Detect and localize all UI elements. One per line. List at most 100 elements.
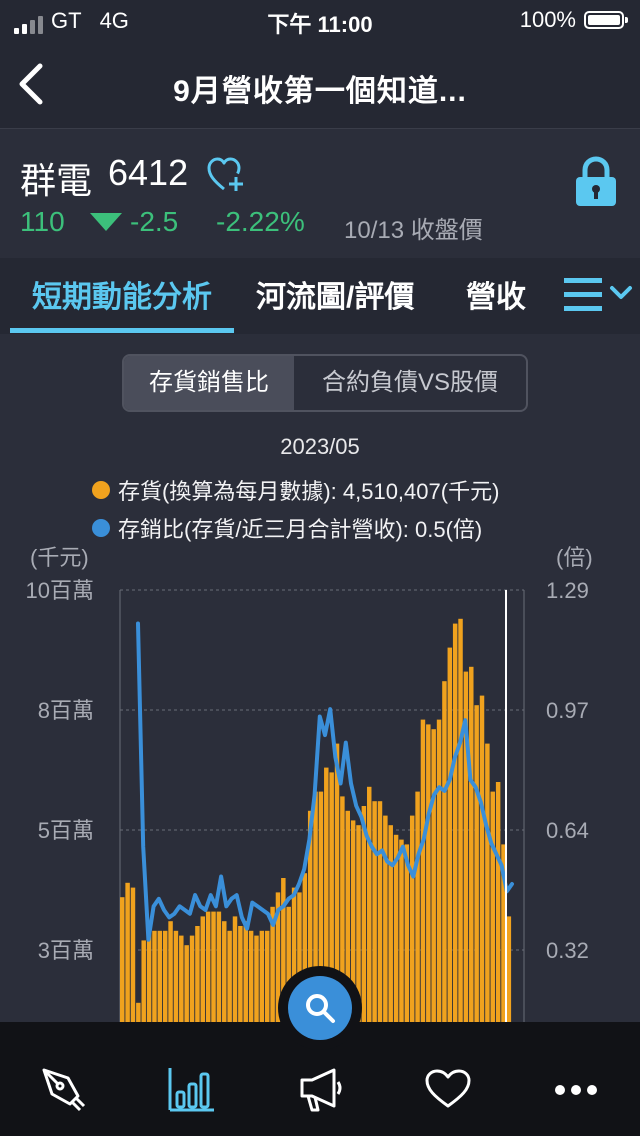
segment-inventory-sales-ratio[interactable]: 存貨銷售比: [124, 356, 294, 410]
inventory-bar: [442, 681, 447, 1022]
bar-chart-icon[interactable]: [168, 1066, 216, 1112]
more-dots-icon[interactable]: [554, 1084, 598, 1096]
inventory-bar: [254, 935, 259, 1022]
inventory-bar: [490, 791, 495, 1022]
inventory-bar: [388, 825, 393, 1022]
legend-inventory-label: 存貨(換算為每月數據): 4,510,407(千元): [118, 479, 500, 504]
right-axis-tick: 0.64: [546, 818, 589, 843]
left-axis-tick: 3百萬: [38, 938, 94, 963]
inventory-bar: [243, 921, 248, 1022]
inventory-bar: [399, 839, 404, 1022]
inventory-bar: [168, 921, 173, 1022]
analysis-tabs: 短期動能分析 河流圖/評價 營收: [0, 258, 640, 334]
inventory-bar: [367, 786, 372, 1022]
left-axis-tick: 8百萬: [38, 698, 94, 723]
search-fab-inner[interactable]: [288, 976, 352, 1040]
inventory-bar: [361, 806, 367, 1022]
inventory-bar: [458, 618, 463, 1022]
right-axis-tick: 0.97: [546, 698, 589, 723]
inventory-bar: [216, 911, 222, 1022]
inventory-bar: [409, 815, 415, 1022]
inventory-bar: [426, 724, 431, 1022]
legend-ratio: 存銷比(存貨/近三月合計營收): 0.5(倍): [92, 512, 482, 544]
inventory-bar: [227, 930, 232, 1022]
inventory-bar: [141, 940, 146, 1022]
inventory-bar: [136, 1002, 141, 1022]
inventory-bar: [259, 930, 265, 1022]
heart-icon[interactable]: [424, 1068, 472, 1110]
inventory-bar: [248, 930, 254, 1022]
left-axis-tick: 10百萬: [26, 578, 94, 603]
inventory-bar: [474, 705, 479, 1022]
inventory-bar: [436, 719, 442, 1022]
stock-price: 110: [20, 206, 65, 237]
megaphone-icon[interactable]: [298, 1066, 344, 1112]
lock-icon[interactable]: [574, 156, 618, 208]
navigation-bar: 9月營收第一個知道...: [0, 40, 640, 129]
inventory-bar: [447, 647, 453, 1022]
right-axis-tick: 0.32: [546, 938, 589, 963]
inventory-bar: [173, 930, 179, 1022]
close-date-label: 10/13 收盤價: [344, 217, 483, 244]
inventory-bar: [372, 801, 377, 1022]
legend-ratio-label: 存銷比(存貨/近三月合計營收): 0.5(倍): [118, 517, 483, 542]
chart-info-date: 2023/05: [280, 434, 360, 459]
inventory-bar: [485, 743, 490, 1022]
price-change: -2.5: [130, 206, 179, 237]
inventory-bar: [162, 930, 168, 1022]
inventory-bar: [420, 719, 426, 1022]
add-favorite-icon[interactable]: [206, 156, 248, 194]
status-right: 100%: [519, 7, 628, 33]
tab-revenue[interactable]: 營收: [466, 272, 526, 316]
tab-short-term-momentum[interactable]: 短期動能分析: [32, 272, 212, 316]
down-arrow-icon: [90, 213, 122, 231]
legend-dot-orange: [92, 481, 110, 499]
inventory-bar: [189, 935, 195, 1022]
tab-river-chart-valuation[interactable]: 河流圖/評價: [256, 272, 414, 316]
inventory-bar: [157, 930, 163, 1022]
back-icon[interactable]: [14, 62, 54, 106]
inventory-bar: [506, 916, 512, 1022]
search-icon: [306, 994, 335, 1023]
active-tab-indicator: [10, 328, 234, 333]
stock-code: 6412: [108, 152, 189, 193]
price-change-percent: -2.22%: [216, 206, 305, 237]
inventory-bar: [200, 916, 206, 1022]
inventory-bar: [120, 897, 125, 1022]
inventory-bar: [377, 801, 383, 1022]
inventory-bar: [238, 926, 243, 1022]
inventory-bar: [125, 882, 130, 1022]
inventory-bar: [415, 791, 420, 1022]
inventory-bar: [232, 916, 238, 1022]
battery-icon: [584, 11, 628, 29]
inventory-bar: [431, 729, 436, 1022]
inventory-bar: [383, 815, 388, 1022]
right-axis-tick: 1.29: [546, 578, 589, 603]
segment-contract-liabilities-vs-price[interactable]: 合約負債VS股價: [294, 356, 526, 410]
status-bar: GT 4G 下午 11:00 100%: [0, 0, 640, 40]
tab-menu-icon[interactable]: [564, 274, 636, 314]
inventory-bar: [479, 695, 485, 1022]
inventory-bar: [152, 930, 157, 1022]
stock-name: 群電: [20, 160, 93, 201]
inventory-bar: [205, 911, 211, 1022]
inventory-bar: [452, 623, 458, 1022]
inventory-bar: [469, 666, 474, 1022]
left-axis-tick: 5百萬: [38, 818, 94, 843]
battery-percent: 100%: [519, 7, 576, 32]
pen-nib-icon[interactable]: [40, 1066, 86, 1112]
inventory-bar: [222, 921, 227, 1022]
inventory-chart[interactable]: 10百萬 8百萬 5百萬 3百萬 1.29 0.97 0.64 0.32: [0, 560, 640, 1022]
inventory-bar: [264, 930, 270, 1022]
inventory-bar: [184, 945, 189, 1022]
legend-inventory: 存貨(換算為每月數據): 4,510,407(千元): [92, 474, 499, 506]
chart-type-segment: 存貨銷售比 合約負債VS股價: [122, 354, 528, 412]
legend-dot-blue: [92, 519, 110, 537]
inventory-bar: [495, 782, 501, 1022]
inventory-bar: [404, 844, 410, 1022]
search-fab[interactable]: [278, 966, 362, 1050]
inventory-bar: [195, 926, 200, 1022]
inventory-bar: [179, 935, 184, 1022]
inventory-bar: [130, 887, 136, 1022]
page-title: 9月營收第一個知道...: [173, 75, 467, 108]
